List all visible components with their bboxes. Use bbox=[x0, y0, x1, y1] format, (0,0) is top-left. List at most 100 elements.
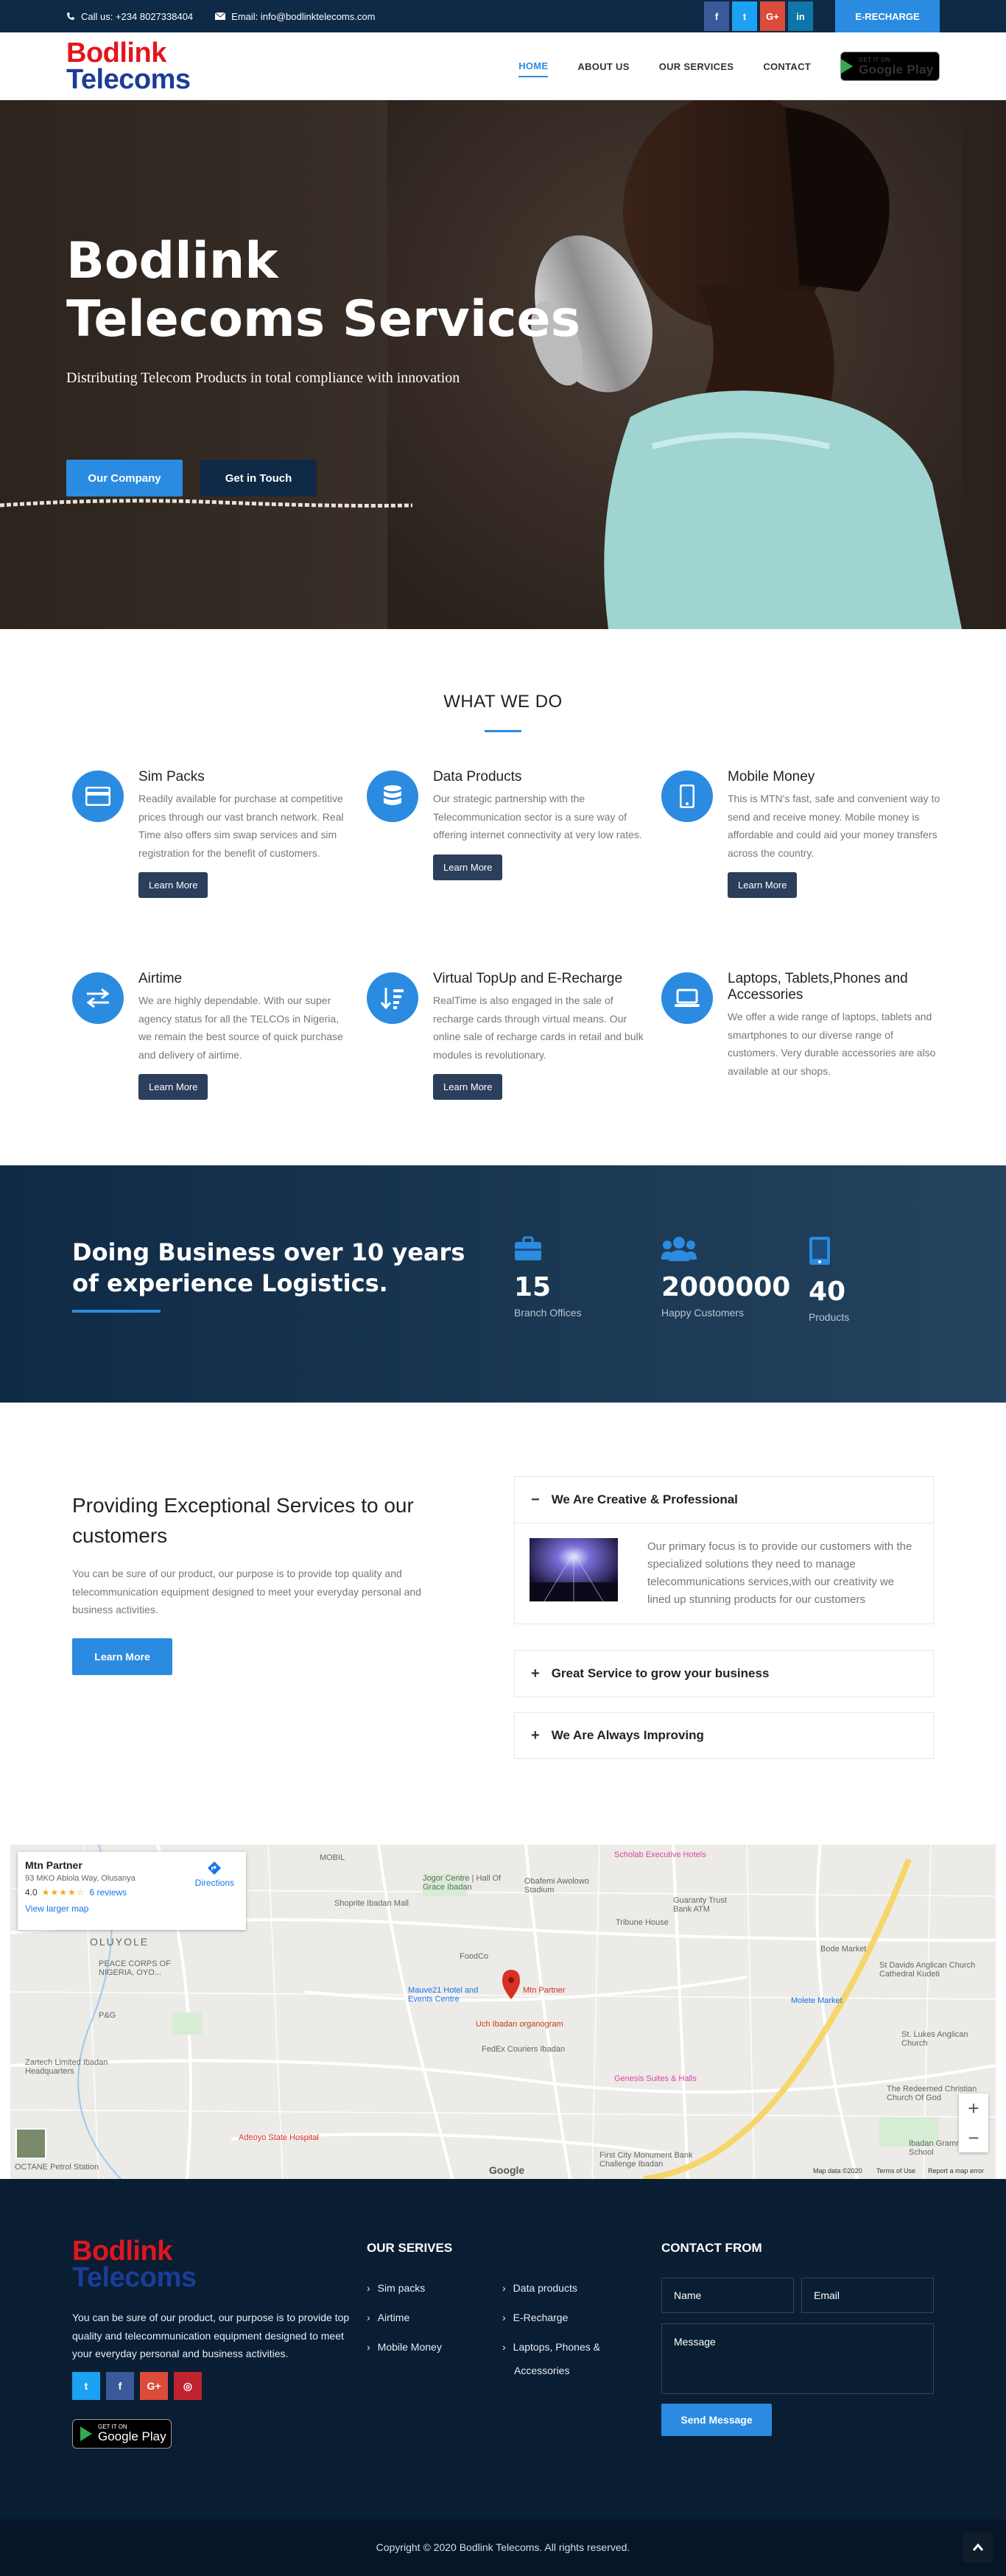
accordion-text: Our primary focus is to provide our cust… bbox=[647, 1540, 912, 1606]
site-logo[interactable]: Bodlink Telecoms bbox=[66, 39, 191, 95]
footer-link-airtime[interactable]: Airtime bbox=[367, 2309, 410, 2327]
get-in-touch-button[interactable]: Get in Touch bbox=[200, 460, 317, 496]
accordion-header[interactable]: + We Are Always Improving bbox=[515, 1713, 933, 1758]
sort-amount-icon bbox=[367, 972, 418, 1024]
twitter-icon[interactable]: t bbox=[72, 2372, 100, 2400]
database-icon bbox=[367, 771, 418, 822]
google-play-badge[interactable]: GET IT ON Google Play bbox=[72, 2419, 172, 2449]
play-store-icon bbox=[80, 2426, 92, 2441]
heading-underline bbox=[72, 1310, 161, 1313]
logo-line-2: Telecoms bbox=[72, 2262, 197, 2294]
footer-logo[interactable]: Bodlink Telecoms bbox=[72, 2236, 197, 2294]
copyright-bar: Copyright © 2020 Bodlink Telecoms. All r… bbox=[0, 2519, 1006, 2576]
accordion-title: We Are Creative & Professional bbox=[551, 1492, 738, 1506]
linkedin-icon[interactable]: in bbox=[788, 1, 813, 31]
star-rating-icon: ★★★★☆ bbox=[41, 1887, 85, 1898]
briefcase-icon bbox=[515, 1236, 541, 1260]
footer-social: t f G+ ◎ bbox=[72, 2372, 208, 2400]
report-map-error-link[interactable]: Report a map error bbox=[928, 2167, 984, 2175]
learn-more-button[interactable]: Learn More bbox=[433, 854, 503, 880]
badge-big-text: Google Play bbox=[859, 62, 934, 77]
map-label: Zartech Limited Ibadan Headquarters bbox=[25, 2058, 108, 2076]
map-label: Molete Market bbox=[791, 1996, 843, 2005]
zoom-out-button[interactable]: − bbox=[959, 2123, 988, 2152]
twitter-icon[interactable]: t bbox=[732, 1, 757, 31]
service-text: We offer a wide range of laptops, tablet… bbox=[728, 1011, 936, 1077]
nav-home[interactable]: HOME bbox=[518, 56, 549, 77]
send-message-button[interactable]: Send Message bbox=[661, 2404, 772, 2436]
footer-link-sim-packs[interactable]: Sim packs bbox=[367, 2279, 426, 2298]
phone-text: Call us: +234 8027338404 bbox=[81, 10, 194, 22]
chevron-up-icon bbox=[973, 2544, 983, 2551]
accordion-header[interactable]: + Great Service to grow your business bbox=[515, 1651, 933, 1696]
badge-big-text: Google Play bbox=[98, 2429, 166, 2443]
top-bar: Call us: +234 8027338404 Email: info@bod… bbox=[0, 0, 1006, 32]
service-text: Readily available for purchase at compet… bbox=[138, 793, 344, 859]
footer-link-mobile-money[interactable]: Mobile Money bbox=[367, 2338, 442, 2356]
e-recharge-button[interactable]: E-RECHARGE bbox=[835, 0, 940, 32]
logo-line-1: Bodlink bbox=[72, 2236, 172, 2267]
learn-more-button[interactable]: Learn More bbox=[728, 872, 798, 898]
google-plus-icon[interactable]: G+ bbox=[140, 2372, 168, 2400]
accordion-header[interactable]: − We Are Creative & Professional bbox=[515, 1477, 933, 1523]
footer-link-e-recharge[interactable]: E-Recharge bbox=[502, 2309, 569, 2327]
copyright-text: Copyright © 2020 Bodlink Telecoms. All r… bbox=[376, 2541, 630, 2553]
email-field[interactable]: Email bbox=[801, 2278, 934, 2313]
learn-more-button[interactable]: Learn More bbox=[138, 872, 208, 898]
google-map[interactable]: MOBIL Jogor Centre | Hall Of Grace Ibada… bbox=[10, 1845, 996, 2179]
map-label: First City Monument Bank Challenge Ibada… bbox=[599, 2151, 693, 2169]
google-plus-icon[interactable]: G+ bbox=[760, 1, 785, 31]
google-play-badge[interactable]: GET IT ON Google Play bbox=[840, 52, 940, 81]
scroll-to-top-button[interactable] bbox=[963, 2533, 993, 2562]
site-header: Bodlink Telecoms HOME ABOUT US OUR SERVI… bbox=[0, 32, 1006, 100]
phone-contact[interactable]: Call us: +234 8027338404 bbox=[66, 11, 193, 22]
directions-icon bbox=[208, 1861, 222, 1875]
email-contact[interactable]: Email: info@bodlinktelecoms.com bbox=[215, 11, 375, 22]
map-label: Uch Ibadan organogram bbox=[476, 2020, 563, 2029]
nav-contact[interactable]: CONTACT bbox=[763, 57, 811, 77]
stat-value: 2000000 bbox=[661, 1272, 791, 1302]
site-footer: Bodlink Telecoms You can be sure of our … bbox=[0, 2179, 1006, 2519]
map-label: Obafemi Awolowo Stadium bbox=[524, 1877, 589, 1895]
plus-icon: + bbox=[531, 1665, 540, 1682]
nav-about-us[interactable]: ABOUT US bbox=[577, 57, 629, 77]
email-text: Email: info@bodlinktelecoms.com bbox=[231, 10, 376, 22]
directions-button[interactable]: Directions bbox=[195, 1861, 234, 1888]
hero-section: Bodlink Telecoms Services Distributing Te… bbox=[0, 100, 1006, 629]
providing-heading: Providing Exceptional Services to our cu… bbox=[72, 1494, 414, 1547]
mobile-phone-icon bbox=[661, 771, 713, 822]
instagram-icon[interactable]: ◎ bbox=[174, 2372, 202, 2400]
play-store-icon bbox=[841, 59, 853, 74]
logo-line-2: Telecoms bbox=[66, 64, 191, 95]
nav-our-services[interactable]: OUR SERVICES bbox=[659, 57, 734, 77]
stat-label: Products bbox=[809, 1311, 850, 1323]
message-field[interactable]: Message bbox=[661, 2323, 934, 2394]
learn-more-button[interactable]: Learn More bbox=[433, 1074, 503, 1100]
footer-link-laptops[interactable]: Laptops, Phones & bbox=[502, 2338, 600, 2356]
footer-link-accessories[interactable]: Accessories bbox=[514, 2365, 569, 2376]
name-field[interactable]: Name bbox=[661, 2278, 794, 2313]
reviews-link[interactable]: 6 reviews bbox=[89, 1887, 127, 1898]
service-title: Airtime bbox=[138, 971, 183, 986]
footer-link-data-products[interactable]: Data products bbox=[502, 2279, 577, 2298]
credit-card-icon bbox=[72, 771, 124, 822]
services-heading: OUR SERIVES bbox=[367, 2241, 453, 2255]
map-label: Tribune House bbox=[616, 1918, 669, 1927]
accordion-item-creative: − We Are Creative & Professional Our prim… bbox=[514, 1476, 934, 1624]
service-text: RealTime is also engaged in the sale of … bbox=[433, 994, 644, 1061]
facebook-icon[interactable]: f bbox=[106, 2372, 134, 2400]
map-attribution: Map data ©2020 bbox=[813, 2167, 862, 2175]
facebook-icon[interactable]: f bbox=[704, 1, 729, 31]
view-larger-map-link[interactable]: View larger map bbox=[25, 1903, 239, 1914]
terms-link[interactable]: Terms of Use bbox=[876, 2167, 915, 2175]
envelope-icon bbox=[215, 13, 226, 20]
directions-label: Directions bbox=[194, 1878, 234, 1888]
learn-more-button[interactable]: Learn More bbox=[72, 1638, 172, 1675]
map-label: Mtn Partner bbox=[523, 1986, 566, 1995]
stats-section: Doing Business over 10 years of experien… bbox=[0, 1165, 1006, 1403]
section-title: WHAT WE DO bbox=[443, 692, 563, 712]
stat-label: Happy Customers bbox=[661, 1307, 745, 1319]
zoom-in-button[interactable]: + bbox=[959, 2094, 988, 2123]
our-company-button[interactable]: Our Company bbox=[66, 460, 183, 496]
learn-more-button[interactable]: Learn More bbox=[138, 1074, 208, 1100]
